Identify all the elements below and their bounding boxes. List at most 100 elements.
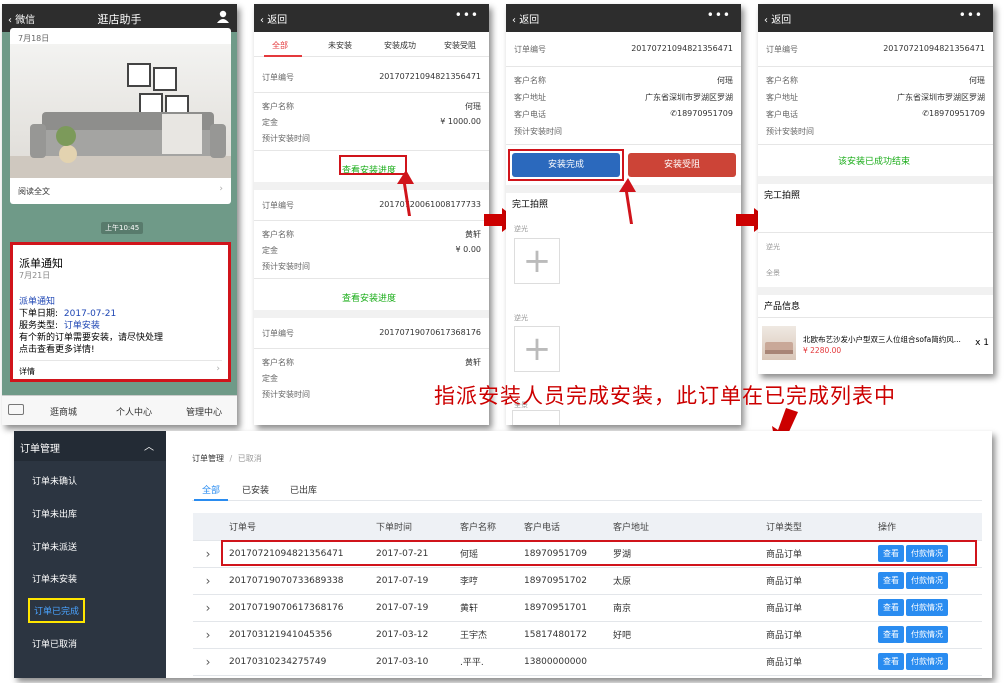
divider xyxy=(254,348,489,349)
deposit-row: 定金 ¥ 0.00 xyxy=(262,245,481,256)
product-name[interactable]: 北欧布艺沙发小户型双三人位组合sofa简约风... xyxy=(803,334,968,345)
view-button[interactable]: 查看 xyxy=(878,626,904,643)
separator xyxy=(254,310,489,318)
notice-line2: 点击查看更多详情! xyxy=(19,345,95,355)
sidebar-item-completed[interactable]: 订单已完成 xyxy=(28,598,86,623)
order-no-label: 订单编号 xyxy=(766,45,798,54)
sidebar-header[interactable]: 订单管理 ︿ xyxy=(14,431,166,461)
table-row[interactable]: › 20170719070733689338 2017-07-19 李哼 1897095… xyxy=(193,567,982,595)
install-time-label: 预计安装时间 xyxy=(766,127,814,136)
expand-chevron-icon[interactable]: › xyxy=(193,540,223,568)
add-photo-button[interactable]: + xyxy=(514,238,560,284)
sidebar-item-unconfirmed[interactable]: 订单未确认 xyxy=(32,474,77,487)
separator xyxy=(254,182,489,190)
photo-label: 全景 xyxy=(766,269,780,277)
table-row[interactable]: › 20170719070617368176 2017-07-19 黄轩 1897095… xyxy=(193,594,982,622)
tab-installed[interactable]: 安装成功 xyxy=(384,40,416,51)
breadcrumb: 订单管理 / 已取消 xyxy=(192,453,262,464)
expand-chevron-icon[interactable]: › xyxy=(193,648,223,676)
table-cell: 商品订单 xyxy=(760,621,872,649)
order-no-row: 订单编号 20170719070617368176 xyxy=(262,328,481,339)
details-link[interactable]: 详情 xyxy=(19,366,35,377)
view-progress-button[interactable]: 查看安装进度 xyxy=(342,291,396,304)
breadcrumb-current: 已取消 xyxy=(237,454,262,463)
plus-icon: + xyxy=(522,329,552,369)
table-row[interactable]: › 20170310234275749 2017-03-10 .平平. 13800000… xyxy=(193,648,982,676)
sidebar-item-not-delivered[interactable]: 订单未派送 xyxy=(32,540,77,553)
deposit-row: 定金 ¥ 1000.00 xyxy=(262,117,481,128)
divider xyxy=(254,278,489,279)
topbar: ‹ 返回 ••• xyxy=(758,4,993,32)
header-actions: 操作 xyxy=(872,513,982,541)
phone-value[interactable]: ✆18970951709 xyxy=(670,109,733,118)
install-time-label: 预计安装时间 xyxy=(262,262,310,271)
payment-status-button[interactable]: 付款情况 xyxy=(906,653,948,670)
customer-name: 黄轩 xyxy=(465,358,481,367)
article-date: 7月18日 xyxy=(18,34,50,43)
sidebar-item-cancelled[interactable]: 订单已取消 xyxy=(32,637,77,650)
phone-value[interactable]: ✆18970951709 xyxy=(922,109,985,118)
photo-label: 逆光 xyxy=(766,243,780,251)
table-cell xyxy=(607,648,760,676)
back-button[interactable]: ‹ 返回 xyxy=(764,11,791,26)
sidebar-item-not-shipped[interactable]: 订单未出库 xyxy=(32,507,77,520)
user-icon[interactable] xyxy=(217,10,229,23)
install-time-row: 预计安装时间 xyxy=(262,133,481,144)
expand-chevron-icon[interactable]: › xyxy=(193,594,223,622)
order-no-label: 订单编号 xyxy=(262,329,294,338)
payment-status-button[interactable]: 付款情况 xyxy=(906,599,948,616)
expand-chevron-icon[interactable]: › xyxy=(193,621,223,649)
notice-title: 派单通知 xyxy=(19,257,63,270)
breadcrumb-root[interactable]: 订单管理 xyxy=(192,454,224,463)
customer-row: 客户名称 黄轩 xyxy=(262,229,481,240)
tab-all[interactable]: 全部 xyxy=(202,483,220,496)
scrollbar[interactable] xyxy=(512,410,560,425)
order-no-row: 订单编号 20170720061008177733 xyxy=(262,200,481,211)
back-label: 返回 xyxy=(771,15,792,26)
more-icon[interactable]: ••• xyxy=(959,8,983,22)
phone-number: 18970951709 xyxy=(929,109,985,118)
more-icon[interactable]: ••• xyxy=(707,8,731,22)
payment-status-button[interactable]: 付款情况 xyxy=(906,626,948,643)
article-card[interactable]: 7月18日 阅读全文 › xyxy=(10,28,231,204)
sidebar-title: 订单管理 xyxy=(20,444,60,455)
add-photo-button[interactable]: + xyxy=(514,326,560,372)
menu-admin[interactable]: 管理中心 xyxy=(186,405,222,418)
deposit-label: 定金 xyxy=(262,118,278,127)
order-no-label: 订单编号 xyxy=(262,73,294,82)
menu-mall[interactable]: 逛商城 xyxy=(50,405,77,418)
tab-all[interactable]: 全部 xyxy=(272,40,288,51)
read-more-link[interactable]: 阅读全文 xyxy=(18,186,50,197)
phone-label: 客户电话 xyxy=(766,110,798,119)
install-time-row: 预计安装时间 xyxy=(514,126,733,137)
keyboard-icon[interactable] xyxy=(8,404,24,415)
view-button[interactable]: 查看 xyxy=(878,653,904,670)
menu-personal[interactable]: 个人中心 xyxy=(116,405,152,418)
chevron-up-icon: ︿ xyxy=(144,442,154,453)
sidebar-item-not-installed[interactable]: 订单未安装 xyxy=(32,572,77,585)
header-order-time: 下单时间 xyxy=(370,513,454,541)
table-row[interactable]: › 201703121941045356 2017-03-12 王宇杰 15817480… xyxy=(193,621,982,649)
back-label: 返回 xyxy=(267,15,288,26)
customer-row: 客户名称 何瑶 xyxy=(262,101,481,112)
tab-installed[interactable]: 已安装 xyxy=(242,483,269,496)
tab-uninstalled[interactable]: 未安装 xyxy=(328,40,352,51)
view-button[interactable]: 查看 xyxy=(878,599,904,616)
payment-status-button[interactable]: 付款情况 xyxy=(906,572,948,589)
sidebar: 订单管理 ︿ 订单未确认 订单未出库 订单未派送 订单未安装 订单已完成 订单已… xyxy=(14,431,166,678)
back-button[interactable]: ‹ 返回 xyxy=(512,11,539,26)
expand-chevron-icon[interactable]: › xyxy=(193,567,223,595)
header-row: 订单号 下单时间 客户名称 客户电话 客户地址 订单类型 操作 xyxy=(193,513,982,541)
more-icon[interactable]: ••• xyxy=(455,8,479,22)
tab-shipped[interactable]: 已出库 xyxy=(290,483,317,496)
dispatch-notice-card[interactable]: 派单通知 7月21日 派单通知 下单日期: 2017-07-21 服务类型: 订… xyxy=(10,242,231,382)
view-button[interactable]: 查看 xyxy=(878,572,904,589)
install-time-row: 预计安装时间 xyxy=(766,126,985,137)
back-button[interactable]: ‹ 返回 xyxy=(260,11,287,26)
tab-blocked[interactable]: 安装受阻 xyxy=(444,40,476,51)
order-no-row: 订单编号 20170721094821356471 xyxy=(262,72,481,83)
install-blocked-button[interactable]: 安装受阻 xyxy=(628,153,736,177)
order-no: 20170721094821356471 xyxy=(379,72,481,81)
table-cell: 李哼 xyxy=(454,567,518,595)
pointer-arrow xyxy=(397,170,414,216)
